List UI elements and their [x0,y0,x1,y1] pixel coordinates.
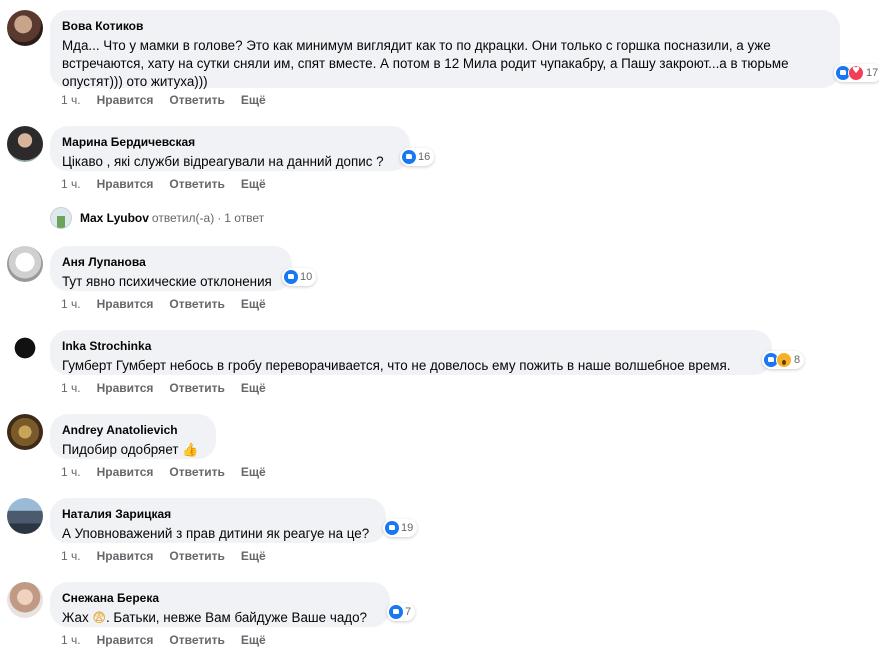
like-icon [389,605,403,619]
comment-text-end: . Батьки, невже Вам байдуже Ваше чадо? [105,610,367,625]
comment-time[interactable]: 1 ч. [61,549,81,563]
reply-count[interactable]: 1 ответ [224,211,264,225]
comment-author[interactable]: Вова Котиков [62,18,828,34]
comment-actions: 1 ч. Нравится Ответить Ещё [61,465,282,479]
like-button[interactable]: Нравится [97,633,154,647]
more-button[interactable]: Ещё [241,297,266,311]
comment-actions: 1 ч. Нравится Ответить Ещё [61,93,282,107]
reply-button[interactable]: Ответить [169,93,224,107]
comment-text-start: Жах [62,610,89,625]
comment-text: Цікаво , які служби відреагували на данн… [62,154,384,169]
reaction-number: 7 [405,606,412,618]
avatar[interactable] [7,498,43,534]
comment-text: Тут явно психические отклонения [62,274,272,289]
reaction-count[interactable]: 16 [400,148,435,166]
wow-icon [776,352,792,368]
comment-bubble: Inka Strochinka Гумберт Гумберт небось в… [50,330,772,375]
like-icon [385,521,399,535]
comment-text-body: Пидобир одобряет [62,442,179,457]
like-icon [284,270,298,284]
reply-author[interactable]: Max Lyubov [80,211,149,225]
avatar [50,207,72,229]
reaction-number: 19 [401,522,414,534]
view-replies-link[interactable]: Max Lyubov ответил(-а) · 1 ответ [50,207,264,229]
reaction-count[interactable]: 8 [762,351,805,369]
comment-time[interactable]: 1 ч. [61,465,81,479]
comment-text: Мда... Что у мамки в голове? Это как мин… [62,38,789,89]
comment-author[interactable]: Снежана Берека [62,590,378,606]
more-button[interactable]: Ещё [241,93,266,107]
reply-verb: ответил(-а) [151,211,215,225]
comment-time[interactable]: 1 ч. [61,93,81,107]
more-button[interactable]: Ещё [241,549,266,563]
reply-button[interactable]: Ответить [169,633,224,647]
avatar[interactable] [7,414,43,450]
comment-actions: 1 ч. Нравится Ответить Ещё [61,633,282,647]
reply-button[interactable]: Ответить [169,297,224,311]
reaction-number: 8 [794,354,801,366]
avatar[interactable] [7,582,43,618]
more-button[interactable]: Ещё [241,465,266,479]
fearful-face-icon: 😨 [92,611,106,626]
comment-time[interactable]: 1 ч. [61,297,81,311]
comment-bubble: Andrey Anatolievich Пидобир одобряет 👍 [50,414,216,459]
comment-actions: 1 ч. Нравится Ответить Ещё [61,297,282,311]
comment-bubble: Марина Бердичевская Цікаво , які служби … [50,126,410,171]
comment-time[interactable]: 1 ч. [61,633,81,647]
reaction-count[interactable]: 19 [383,519,418,537]
comment-text: А Уповноважений з прав дитини як реагуе … [62,526,370,541]
comment-author[interactable]: Inka Strochinka [62,338,760,354]
comment-author[interactable]: Аня Лупанова [62,254,280,270]
love-icon [848,65,864,81]
reply-button[interactable]: Ответить [169,177,224,191]
comment-text: Гумберт Гумберт небось в гробу переворач… [62,358,731,373]
more-button[interactable]: Ещё [241,633,266,647]
comment-text: Пидобир одобряет 👍 [62,441,204,460]
like-button[interactable]: Нравится [97,297,154,311]
reply-button[interactable]: Ответить [169,465,224,479]
comment-author[interactable]: Наталия Зарицкая [62,506,374,522]
comment-author[interactable]: Марина Бердичевская [62,134,398,150]
reaction-number: 17 [866,67,879,79]
thumbs-up-icon: 👍 [182,443,199,458]
comment-bubble: Наталия Зарицкая А Уповноважений з прав … [50,498,386,543]
comment-bubble: Вова Котиков Мда... Что у мамки в голове… [50,10,840,89]
comment-time[interactable]: 1 ч. [61,381,81,395]
comment-actions: 1 ч. Нравится Ответить Ещё [61,177,282,191]
comment-actions: 1 ч. Нравится Ответить Ещё [61,549,282,563]
avatar[interactable] [7,10,43,46]
like-button[interactable]: Нравится [97,465,154,479]
like-button[interactable]: Нравится [97,177,154,191]
comment-author[interactable]: Andrey Anatolievich [62,422,204,438]
like-button[interactable]: Нравится [97,93,154,107]
comment-text: Жах 😨. Батьки, невже Вам байдуже Ваше ча… [62,609,378,628]
more-button[interactable]: Ещё [241,381,266,395]
avatar[interactable] [7,246,43,282]
avatar[interactable] [7,126,43,162]
comment-time[interactable]: 1 ч. [61,177,81,191]
reaction-number: 16 [418,151,431,163]
reaction-number: 10 [300,271,313,283]
comment-actions: 1 ч. Нравится Ответить Ещё [61,381,282,395]
like-button[interactable]: Нравится [97,381,154,395]
comment-bubble: Снежана Берека Жах 😨. Батьки, невже Вам … [50,582,390,627]
avatar[interactable] [7,330,43,366]
comment-bubble: Аня Лупанова Тут явно психические отклон… [50,246,292,291]
reply-button[interactable]: Ответить [169,381,224,395]
reply-dot: · [217,211,222,225]
reply-button[interactable]: Ответить [169,549,224,563]
reaction-count[interactable]: 17 [834,64,879,82]
reaction-count[interactable]: 10 [282,268,317,286]
like-button[interactable]: Нравится [97,549,154,563]
reaction-count[interactable]: 7 [387,603,416,621]
like-icon [402,150,416,164]
more-button[interactable]: Ещё [241,177,266,191]
